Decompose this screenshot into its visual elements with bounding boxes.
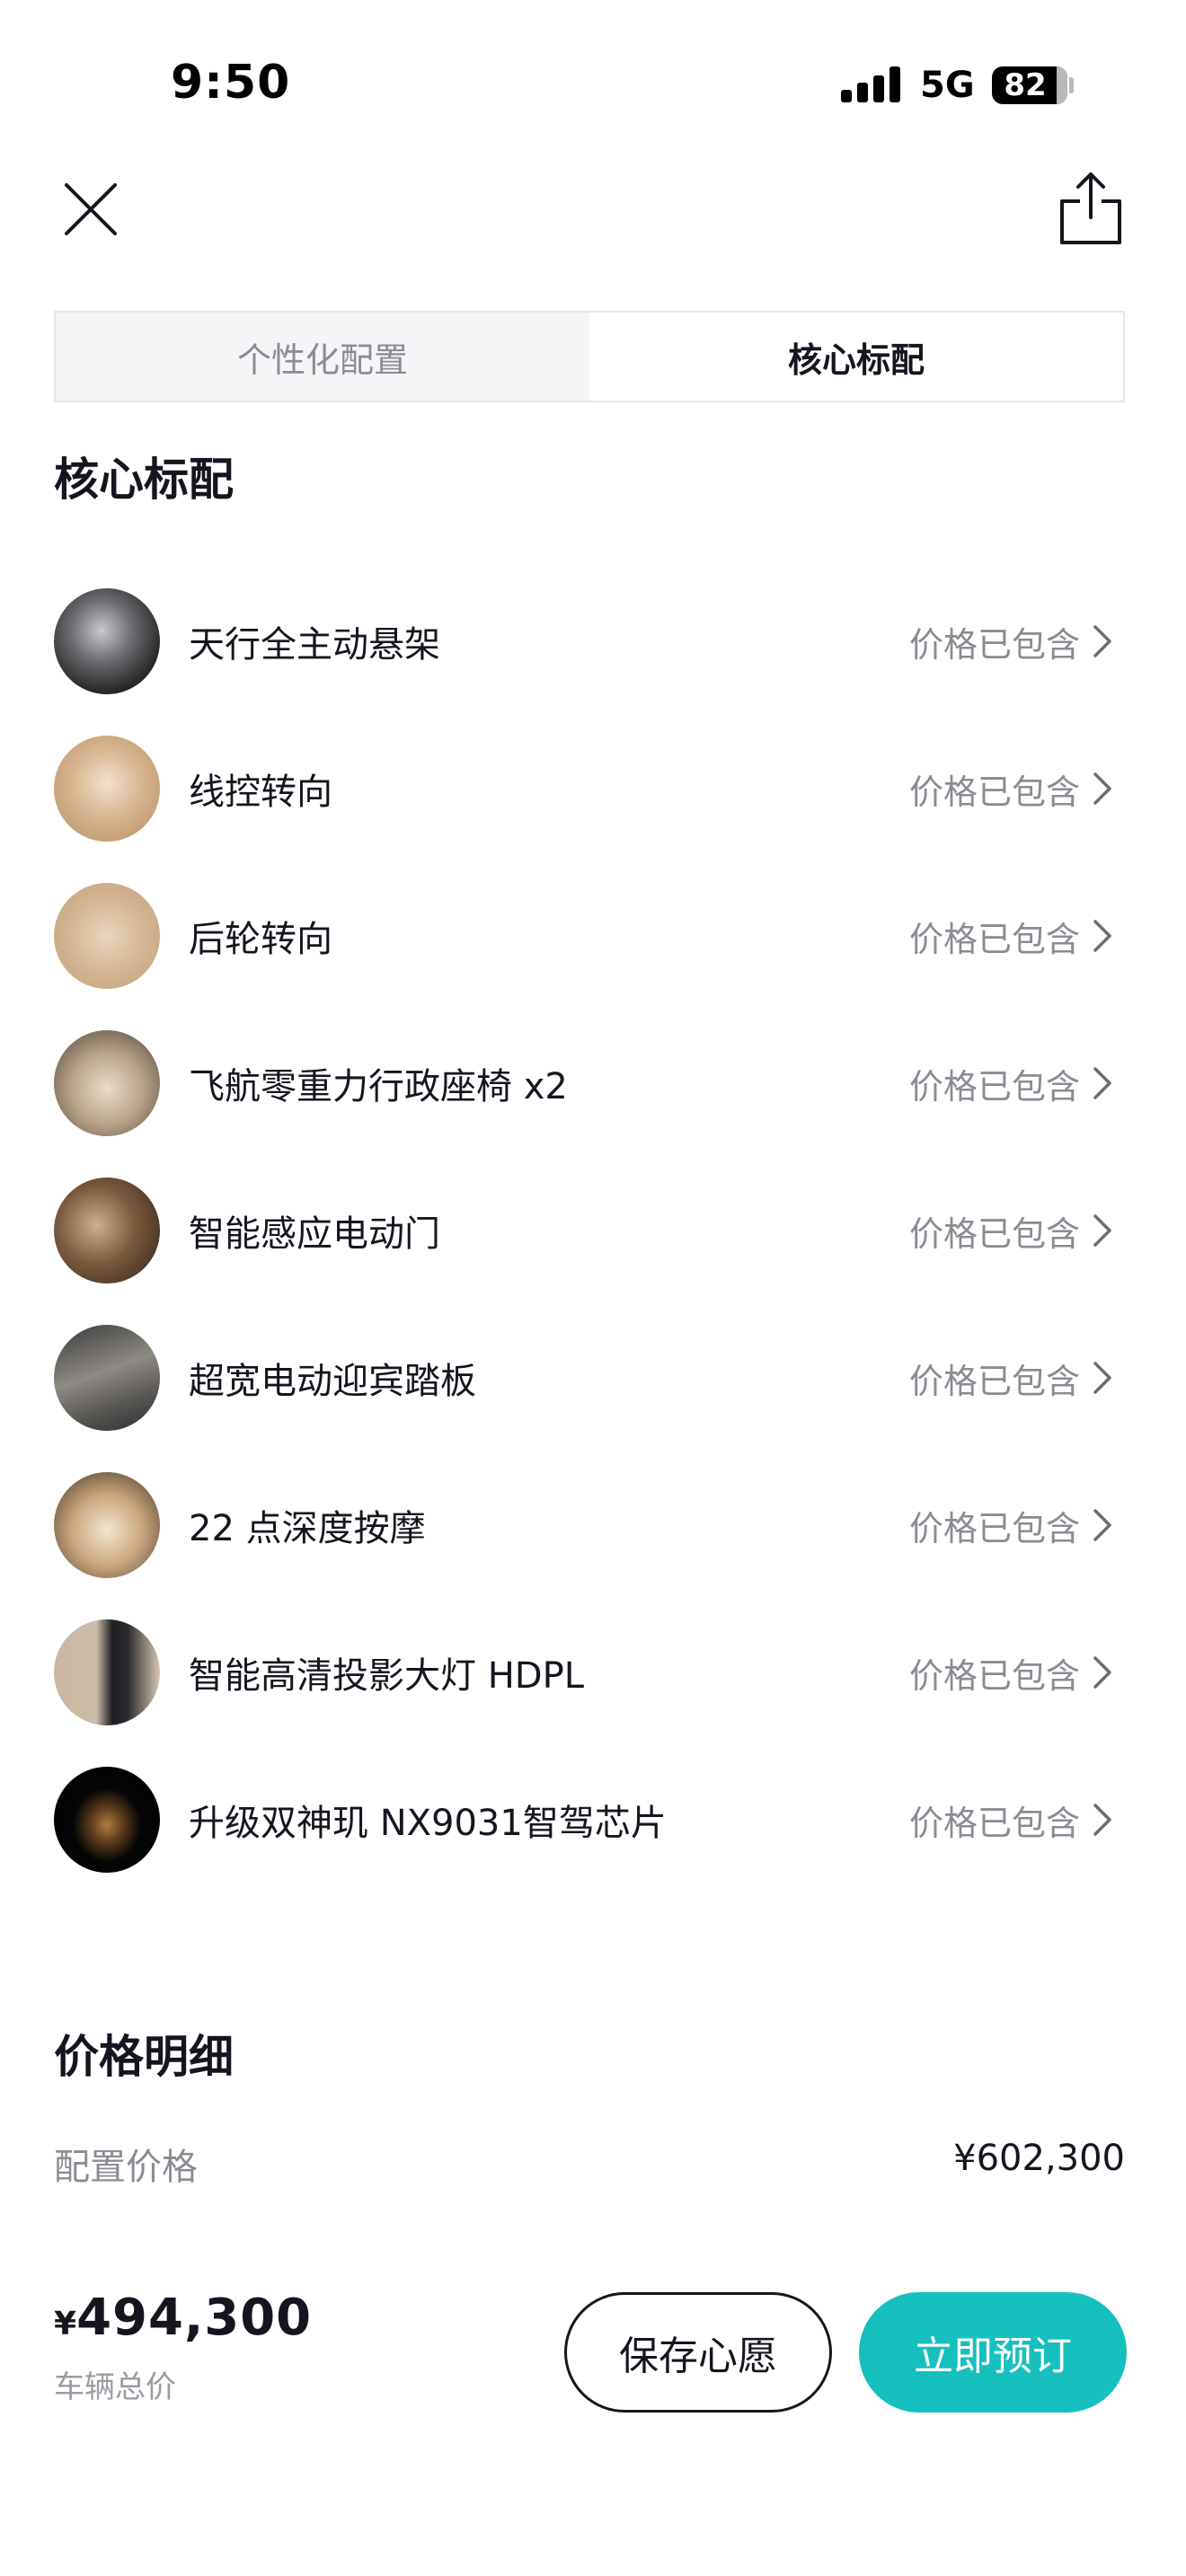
chevron-right-icon bbox=[1093, 1214, 1111, 1247]
cellular-signal-icon bbox=[841, 66, 902, 102]
chevron-right-icon bbox=[1093, 1804, 1111, 1836]
chevron-right-icon bbox=[1093, 1362, 1111, 1394]
feature-status: 价格已包含 bbox=[908, 1213, 1080, 1254]
feature-name: 升级双神玑 NX9031智驾芯片 bbox=[189, 1803, 667, 1844]
feature-status: 价格已包含 bbox=[908, 1066, 1080, 1107]
feature-row-steer-by-wire[interactable]: 线控转向 价格已包含 bbox=[54, 715, 1125, 862]
close-icon bbox=[65, 183, 117, 235]
network-type: 5G bbox=[920, 65, 975, 106]
price-section-title: 价格明细 bbox=[54, 2031, 234, 2083]
feature-row-chip[interactable]: 升级双神玑 NX9031智驾芯片 价格已包含 bbox=[54, 1746, 1125, 1893]
feature-thumbnail bbox=[54, 1472, 160, 1578]
currency-symbol: ¥ bbox=[54, 2306, 77, 2342]
status-time: 9:50 bbox=[171, 56, 291, 110]
feature-status: 价格已包含 bbox=[908, 772, 1080, 812]
battery-icon: 82 bbox=[992, 66, 1067, 104]
chevron-right-icon bbox=[1093, 1067, 1111, 1099]
feature-status: 价格已包含 bbox=[908, 919, 1080, 959]
total-price-label: 车辆总价 bbox=[54, 2369, 176, 2405]
config-price-label: 配置价格 bbox=[54, 2147, 198, 2188]
feature-name: 智能感应电动门 bbox=[189, 1213, 440, 1255]
feature-thumbnail bbox=[54, 1030, 160, 1136]
feature-row-headlights[interactable]: 智能高清投影大灯 HDPL 价格已包含 bbox=[54, 1599, 1125, 1746]
tab-core-standard[interactable]: 核心标配 bbox=[589, 313, 1123, 401]
feature-name: 超宽电动迎宾踏板 bbox=[189, 1361, 476, 1402]
feature-status: 价格已包含 bbox=[908, 624, 1080, 665]
feature-thumbnail bbox=[54, 1619, 160, 1725]
feature-row-massage[interactable]: 22 点深度按摩 价格已包含 bbox=[54, 1451, 1125, 1599]
feature-row-executive-seats[interactable]: 飞航零重力行政座椅 x2 价格已包含 bbox=[54, 1010, 1125, 1157]
chevron-right-icon bbox=[1093, 920, 1111, 952]
config-price-value: ¥602,300 bbox=[953, 2138, 1125, 2179]
share-button[interactable] bbox=[1058, 171, 1123, 246]
feature-thumbnail bbox=[54, 736, 160, 842]
feature-row-suspension[interactable]: 天行全主动悬架 价格已包含 bbox=[54, 568, 1125, 715]
feature-status: 价格已包含 bbox=[908, 1803, 1080, 1843]
feature-name: 后轮转向 bbox=[189, 919, 332, 960]
feature-thumbnail bbox=[54, 588, 160, 694]
core-section-title: 核心标配 bbox=[54, 454, 234, 506]
save-wishlist-button[interactable]: 保存心愿 bbox=[564, 2292, 832, 2413]
close-button[interactable] bbox=[61, 180, 120, 239]
feature-thumbnail bbox=[54, 883, 160, 989]
core-feature-list: 天行全主动悬架 价格已包含 线控转向 价格已包含 后轮转向 价格已包含 飞航零重… bbox=[54, 568, 1125, 1893]
feature-status: 价格已包含 bbox=[908, 1361, 1080, 1401]
feature-row-running-board[interactable]: 超宽电动迎宾踏板 价格已包含 bbox=[54, 1304, 1125, 1451]
battery-level: 82 bbox=[1004, 67, 1047, 103]
feature-row-rear-wheel-steering[interactable]: 后轮转向 价格已包含 bbox=[54, 862, 1125, 1010]
battery-cap bbox=[1069, 77, 1074, 93]
feature-thumbnail bbox=[54, 1178, 160, 1284]
feature-status: 价格已包含 bbox=[908, 1655, 1080, 1696]
share-icon bbox=[1060, 172, 1121, 244]
feature-thumbnail bbox=[54, 1767, 160, 1873]
feature-name: 22 点深度按摩 bbox=[189, 1508, 426, 1549]
feature-thumbnail bbox=[54, 1325, 160, 1431]
chevron-right-icon bbox=[1093, 625, 1111, 657]
total-amount: 494,300 bbox=[76, 2289, 313, 2347]
total-price: ¥494,300 bbox=[54, 2289, 312, 2347]
tab-personalized-config[interactable]: 个性化配置 bbox=[56, 313, 589, 401]
config-tabs: 个性化配置 核心标配 bbox=[54, 311, 1125, 402]
chevron-right-icon bbox=[1093, 772, 1111, 805]
order-now-button[interactable]: 立即预订 bbox=[859, 2292, 1127, 2413]
feature-row-smart-doors[interactable]: 智能感应电动门 价格已包含 bbox=[54, 1157, 1125, 1304]
chevron-right-icon bbox=[1093, 1656, 1111, 1689]
feature-name: 线控转向 bbox=[189, 772, 332, 813]
chevron-right-icon bbox=[1093, 1509, 1111, 1541]
feature-name: 飞航零重力行政座椅 x2 bbox=[189, 1066, 568, 1107]
feature-name: 天行全主动悬架 bbox=[189, 624, 440, 666]
feature-name: 智能高清投影大灯 HDPL bbox=[189, 1655, 584, 1697]
feature-status: 价格已包含 bbox=[908, 1508, 1080, 1548]
